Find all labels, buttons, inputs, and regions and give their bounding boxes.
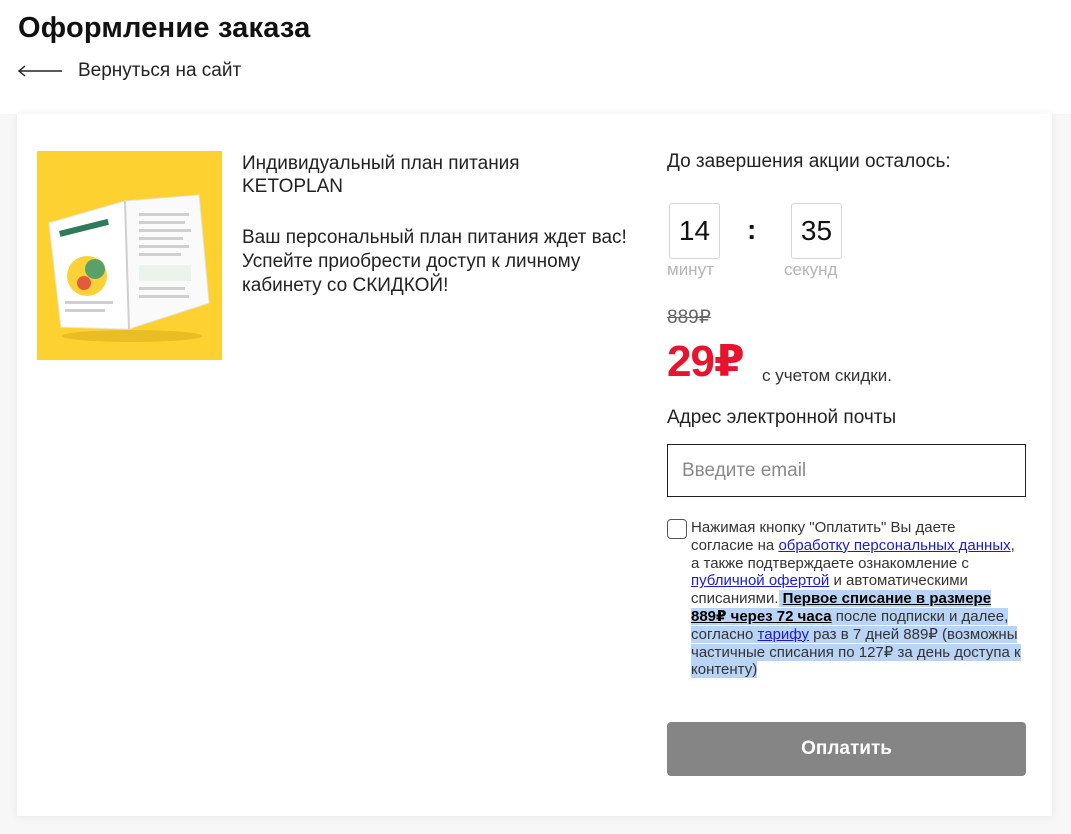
arrow-left-icon — [18, 65, 62, 77]
header: Оформление заказа Вернуться на сайт — [0, 0, 1071, 114]
page-title: Оформление заказа — [18, 12, 311, 44]
timer-separator: : — [747, 214, 757, 245]
email-label: Адрес электронной почты — [667, 407, 897, 428]
back-to-site-link[interactable]: Вернуться на сайт — [18, 60, 241, 82]
new-price: 29₽ — [667, 337, 745, 386]
checkout-form: До завершения акции осталось: 14 : 35 ми… — [667, 114, 1027, 816]
timer-minutes: 14 — [669, 203, 720, 259]
book-illustration — [48, 194, 210, 342]
product-name: Индивидуальный план питания KETOPLAN — [242, 153, 520, 197]
checkout-page: Оформление заказа Вернуться на сайт Инди… — [0, 0, 1071, 834]
email-input[interactable] — [667, 444, 1026, 497]
tariff-link[interactable]: тарифу — [757, 625, 809, 643]
consent-text: Нажимая кнопку "Оплатить" Вы даете согла… — [691, 519, 1021, 679]
pay-button[interactable]: Оплатить — [667, 722, 1026, 776]
product-image — [37, 151, 222, 360]
order-card: Индивидуальный план питания KETOPLAN Ваш… — [17, 114, 1052, 816]
timer-minutes-label: минут — [667, 260, 714, 279]
personal-data-link[interactable]: обработку персональных данных — [778, 537, 1010, 554]
timer-caption: До завершения акции осталось: — [667, 151, 951, 172]
old-price: 889₽ — [667, 307, 711, 328]
back-link-label: Вернуться на сайт — [78, 60, 242, 81]
discount-note: с учетом скидки. — [762, 366, 892, 385]
public-offer-link[interactable]: публичной офертой — [691, 572, 829, 589]
timer-seconds: 35 — [791, 203, 842, 259]
consent-checkbox[interactable] — [667, 519, 687, 539]
timer-seconds-label: секунд — [784, 260, 838, 279]
product-description: Ваш персональный план питания ждет вас! … — [242, 227, 627, 296]
